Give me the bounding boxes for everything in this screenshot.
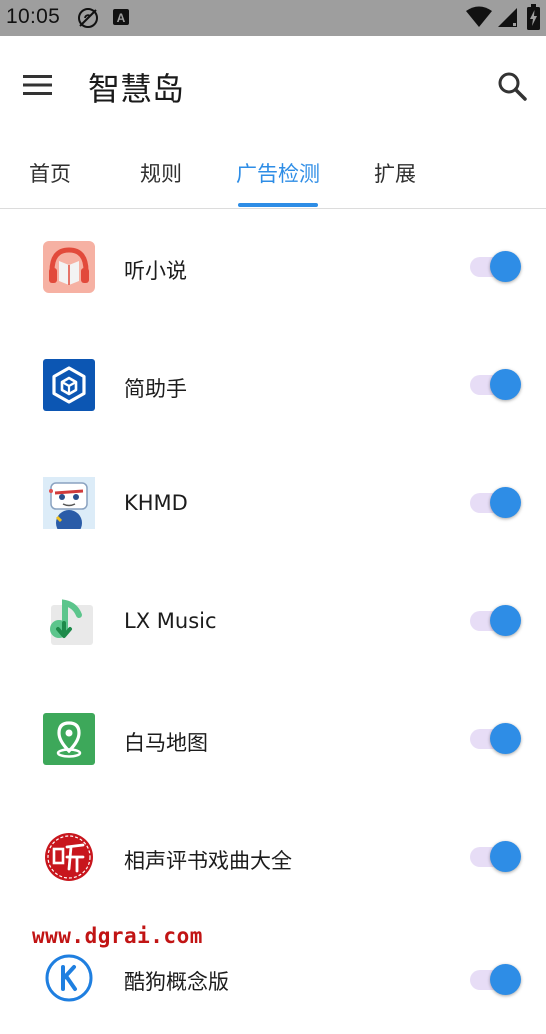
ad-detection-toggle[interactable] xyxy=(470,605,522,637)
app-name: 听小说 xyxy=(124,259,187,283)
ad-detection-toggle[interactable] xyxy=(470,251,522,283)
app-title: 智慧岛 xyxy=(88,70,185,108)
tab-bar: 首页 规则 广告检测 扩展 xyxy=(0,136,546,209)
status-bar: 10:05 A xyxy=(0,0,546,36)
list-item[interactable]: KHMD xyxy=(0,444,546,562)
tab-home[interactable]: 首页 xyxy=(29,158,71,188)
a-notification-icon: A xyxy=(112,8,130,30)
signal-icon xyxy=(496,6,518,32)
ad-detection-toggle[interactable] xyxy=(470,964,522,996)
svg-text:A: A xyxy=(117,11,126,25)
app-name: KHMD xyxy=(124,491,188,515)
app-name: 相声评书戏曲大全 xyxy=(124,849,292,873)
ad-detection-toggle[interactable] xyxy=(470,841,522,873)
search-icon[interactable] xyxy=(496,70,528,102)
app-name: 简助手 xyxy=(124,377,187,401)
listen-seal-icon xyxy=(43,831,95,883)
cartoon-robot-icon xyxy=(43,477,95,536)
list-item[interactable]: 白马地图 xyxy=(0,680,546,798)
ad-detection-toggle[interactable] xyxy=(470,723,522,755)
app-name: LX Music xyxy=(124,609,217,633)
app-bar: 智慧岛 xyxy=(0,36,546,136)
tab-rules[interactable]: 规则 xyxy=(140,158,182,188)
headphones-book-icon xyxy=(43,241,95,293)
map-pin-icon xyxy=(43,713,95,765)
hamburger-menu-icon[interactable] xyxy=(22,73,54,97)
kugou-k-icon xyxy=(43,952,95,1004)
tab-ad-detection[interactable]: 广告检测 xyxy=(236,158,320,188)
app-name: 白马地图 xyxy=(124,731,208,755)
list-item[interactable]: LX Music xyxy=(0,562,546,680)
status-time: 10:05 xyxy=(6,5,61,28)
list-item[interactable]: 听小说 xyxy=(0,208,546,326)
sync-off-icon xyxy=(76,6,100,34)
tab-extensions[interactable]: 扩展 xyxy=(374,158,416,188)
list-item[interactable]: 相声评书戏曲大全 xyxy=(0,798,546,916)
cube-icon xyxy=(43,359,95,411)
ad-detection-toggle[interactable] xyxy=(470,487,522,519)
wifi-icon xyxy=(466,6,492,32)
battery-charging-icon xyxy=(527,4,540,34)
active-tab-indicator xyxy=(238,203,318,207)
ad-detection-toggle[interactable] xyxy=(470,369,522,401)
watermark-text: www.dgrai.com xyxy=(32,924,203,948)
app-name: 酷狗概念版 xyxy=(124,970,229,994)
list-item[interactable]: 简助手 xyxy=(0,326,546,444)
music-note-download-icon xyxy=(43,595,95,647)
